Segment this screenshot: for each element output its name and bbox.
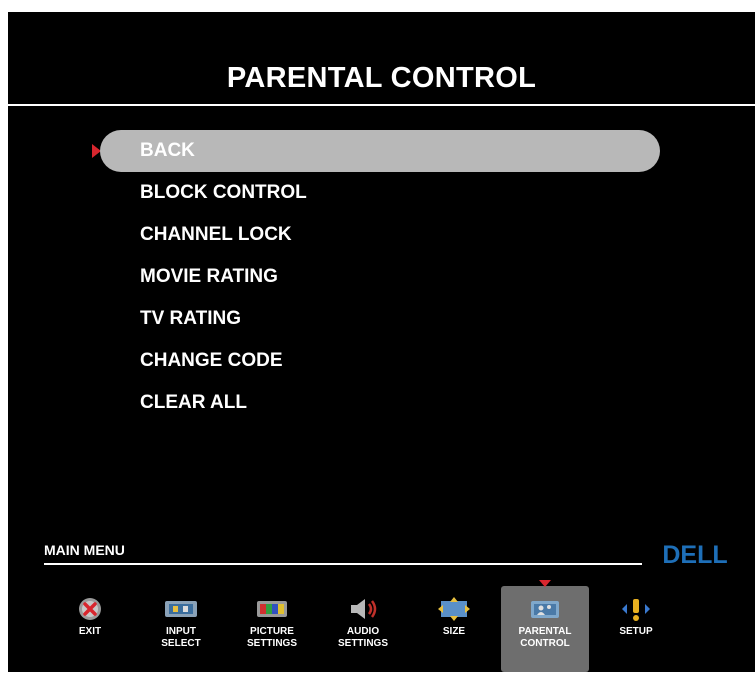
nav-exit[interactable]: EXIT (46, 586, 134, 672)
input-select-icon (165, 601, 197, 617)
setup-icon (622, 599, 650, 621)
menu-item-change-code[interactable]: CHANGE CODE (100, 340, 660, 382)
parental-control-icon (531, 601, 559, 618)
nav-audio-settings-label: AUDIO SETTINGS (337, 626, 388, 649)
menu-item-clear-all[interactable]: CLEAR ALL (100, 382, 660, 424)
main-menu-bar: EXIT INPUT SELECT PICTURE SETTINGS AUDIO… (58, 580, 748, 672)
nav-exit-label: EXIT (78, 626, 102, 637)
dell-logo: DELL (662, 541, 727, 568)
audio-settings-icon (351, 599, 377, 619)
parental-control-menu: BACK BLOCK CONTROL CHANNEL LOCK MOVIE RA… (100, 130, 660, 424)
dell-logo-text: DELL (662, 541, 727, 568)
menu-item-movie-rating[interactable]: MOVIE RATING (100, 256, 660, 298)
main-menu-label: MAIN MENU (44, 542, 125, 558)
page-title: PARENTAL CONTROL (226, 62, 537, 94)
nav-audio-settings[interactable]: AUDIO SETTINGS (319, 586, 407, 672)
menu-item-channel-lock[interactable]: CHANNEL LOCK (100, 214, 660, 256)
nav-input-select-label: INPUT SELECT (161, 626, 201, 649)
exit-icon (79, 598, 101, 620)
title-divider (8, 104, 755, 106)
menu-item-block-control[interactable]: BLOCK CONTROL (100, 172, 660, 214)
nav-setup[interactable]: SETUP (592, 586, 680, 672)
nav-size-label: SIZE (442, 626, 466, 637)
size-icon (438, 597, 470, 621)
nav-parental-control-label: PARENTAL CONTROL (518, 626, 572, 649)
active-tab-marker-icon (539, 580, 551, 587)
nav-parental-control[interactable]: PARENTAL CONTROL (501, 580, 589, 672)
osd-screen: PARENTAL CONTROL BACK BLOCK CONTROL CHAN… (8, 12, 755, 672)
nav-picture-settings-label: PICTURE SETTINGS (246, 626, 297, 649)
menu-item-tv-rating[interactable]: TV RATING (100, 298, 660, 340)
nav-input-select[interactable]: INPUT SELECT (137, 586, 225, 672)
menu-item-back[interactable]: BACK (100, 130, 660, 172)
picture-settings-icon (257, 601, 287, 617)
main-menu-divider (44, 563, 642, 565)
nav-picture-settings[interactable]: PICTURE SETTINGS (228, 586, 316, 672)
nav-setup-label: SETUP (619, 626, 653, 637)
nav-size[interactable]: SIZE (410, 586, 498, 672)
